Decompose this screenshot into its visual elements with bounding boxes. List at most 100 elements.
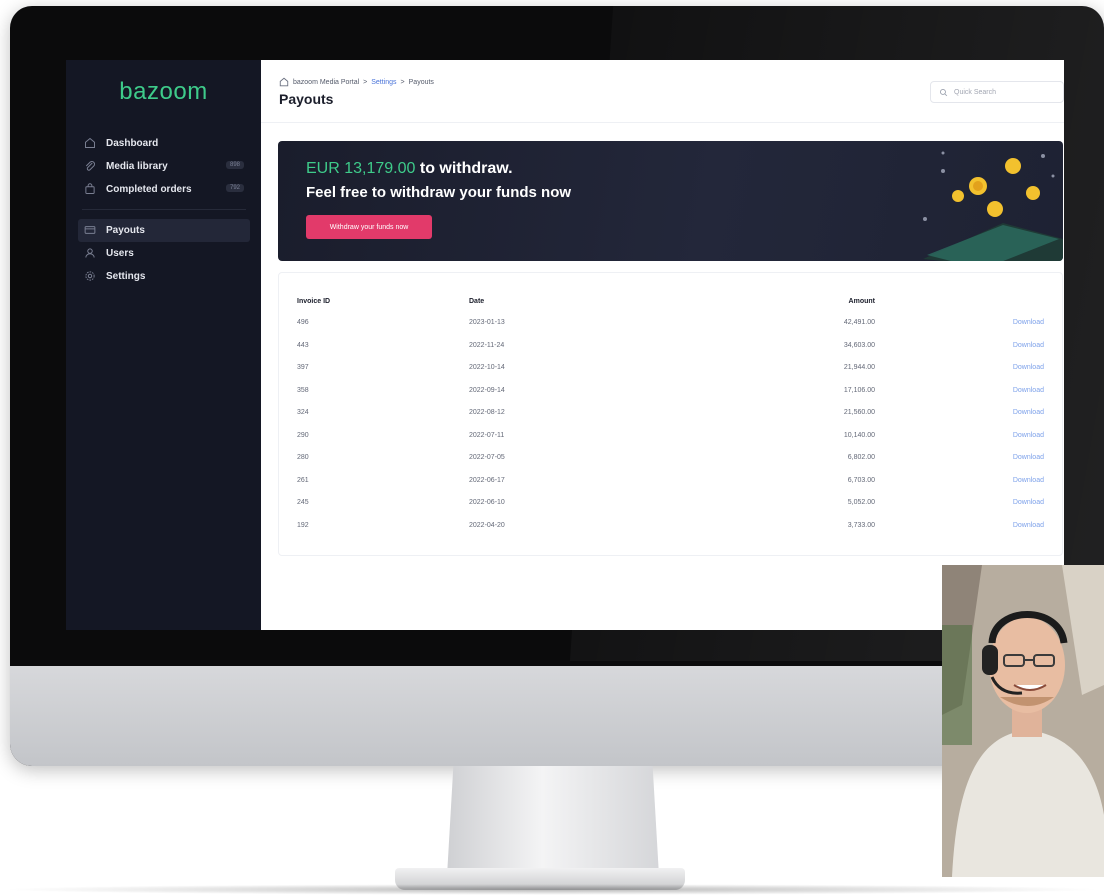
- breadcrumb-separator: >: [363, 78, 368, 86]
- download-link[interactable]: Download: [1013, 342, 1044, 349]
- banner-headline-suffix: to withdraw.: [419, 160, 513, 177]
- support-agent-illustration: [942, 565, 1104, 877]
- breadcrumb: bazoom Media Portal > Settings > Payouts: [279, 77, 434, 87]
- sidebar-item-payouts[interactable]: Payouts: [78, 219, 250, 242]
- withdraw-banner: EUR 13,179.00 to withdraw. Feel free to …: [278, 141, 1063, 261]
- invoice-amount: 3,733.00: [847, 521, 875, 529]
- invoice-id: 358: [297, 386, 309, 394]
- breadcrumb-payouts: Payouts: [408, 78, 434, 86]
- sidebar: bazoom Dashboard Media library 898 Compl…: [66, 60, 261, 630]
- invoice-amount: 5,052.00: [847, 499, 875, 506]
- invoice-amount: 34,603.00: [843, 341, 875, 349]
- table-row: 280 2022-07-05 6,802.00 Download: [279, 450, 1062, 473]
- search-icon: [939, 88, 948, 97]
- table-row: 261 2022-06-17 6,703.00 Download: [279, 473, 1062, 496]
- column-invoice-id: Invoice ID: [297, 298, 331, 305]
- invoice-id: 245: [297, 499, 309, 506]
- payouts-table: Invoice ID Date Amount 496 2023-01-13 42…: [278, 272, 1063, 556]
- sidebar-item-label: Completed orders: [106, 184, 192, 195]
- breadcrumb-separator: >: [400, 78, 405, 86]
- invoice-date: 2023-01-13: [469, 319, 505, 326]
- coins-phone-illustration: [923, 151, 1063, 261]
- sidebar-item-users[interactable]: Users: [78, 242, 250, 265]
- invoice-date: 2022-08-12: [469, 409, 505, 416]
- invoice-amount: 42,491.00: [843, 319, 875, 326]
- table-row: 290 2022-07-11 10,140.00 Download: [279, 428, 1062, 451]
- download-link[interactable]: Download: [1013, 319, 1044, 326]
- table-body: 496 2023-01-13 42,491.00 Download 443 20…: [279, 315, 1062, 540]
- invoice-id: 496: [297, 319, 309, 326]
- count-badge: 898: [225, 161, 244, 169]
- table-row: 496 2023-01-13 42,491.00 Download: [279, 315, 1062, 338]
- download-link[interactable]: Download: [1013, 409, 1044, 416]
- invoice-amount: 10,140.00: [843, 431, 875, 439]
- table-header: Invoice ID Date Amount: [279, 294, 1062, 308]
- card-icon: [84, 224, 98, 238]
- table-row: 397 2022-10-14 21,944.00 Download: [279, 360, 1062, 383]
- sidebar-item-media-library[interactable]: Media library 898: [78, 155, 250, 178]
- monitor-stand: [447, 766, 659, 876]
- invoice-id: 443: [297, 341, 309, 349]
- paperclip-icon: [84, 160, 98, 174]
- sidebar-item-label: Dashboard: [106, 138, 159, 149]
- breadcrumb-settings[interactable]: Settings: [371, 79, 396, 86]
- floor-shadow: [0, 884, 1104, 895]
- invoice-amount: 6,802.00: [847, 454, 875, 461]
- download-link[interactable]: Download: [1013, 364, 1044, 371]
- page-title: Payouts: [279, 91, 334, 107]
- sidebar-item-label: Payouts: [106, 225, 145, 236]
- search-input[interactable]: Quick Search: [930, 81, 1064, 103]
- bag-icon: [84, 182, 98, 197]
- invoice-date: 2022-09-14: [469, 386, 505, 394]
- home-icon[interactable]: [279, 77, 289, 87]
- invoice-date: 2022-10-14: [469, 364, 505, 371]
- sidebar-item-settings[interactable]: Settings: [78, 265, 250, 288]
- invoice-id: 397: [297, 364, 309, 371]
- banner-headline: EUR 13,179.00 to withdraw.: [306, 160, 513, 178]
- table-row: 443 2022-11-24 34,603.00 Download: [279, 338, 1062, 361]
- invoice-date: 2022-06-10: [469, 499, 505, 506]
- sidebar-nav: Dashboard Media library 898 Completed or…: [78, 132, 250, 288]
- sidebar-item-completed-orders[interactable]: Completed orders 792: [78, 178, 250, 201]
- topbar: bazoom Media Portal > Settings > Payouts…: [261, 60, 1064, 123]
- sidebar-item-label: Users: [106, 248, 134, 259]
- nav-divider: [82, 209, 246, 210]
- download-link[interactable]: Download: [1013, 387, 1044, 394]
- count-badge: 792: [225, 184, 244, 192]
- invoice-date: 2022-07-05: [469, 454, 505, 461]
- invoice-id: 324: [297, 409, 309, 416]
- gear-icon: [84, 270, 98, 284]
- sidebar-item-label: Settings: [106, 271, 146, 282]
- banner-subheadline: Feel free to withdraw your funds now: [306, 184, 572, 201]
- table-row: 192 2022-04-20 3,733.00 Download: [279, 518, 1062, 541]
- download-link[interactable]: Download: [1013, 499, 1044, 506]
- withdraw-funds-button[interactable]: Withdraw your funds now: [306, 215, 432, 239]
- sidebar-item-dashboard[interactable]: Dashboard: [78, 132, 250, 155]
- column-amount: Amount: [848, 298, 875, 305]
- home-icon: [84, 137, 98, 151]
- invoice-date: 2022-07-11: [469, 431, 505, 439]
- search-placeholder: Quick Search: [954, 88, 997, 96]
- download-link[interactable]: Download: [1013, 454, 1044, 461]
- invoice-id: 280: [297, 454, 309, 461]
- user-icon: [84, 247, 98, 261]
- column-date: Date: [469, 298, 485, 305]
- table-row: 324 2022-08-12 21,560.00 Download: [279, 405, 1062, 428]
- invoice-date: 2022-06-17: [469, 476, 505, 484]
- invoice-amount: 21,944.00: [843, 364, 875, 371]
- invoice-amount: 21,560.00: [843, 409, 875, 416]
- download-link[interactable]: Download: [1013, 432, 1044, 439]
- table-row: 358 2022-09-14 17,106.00 Download: [279, 383, 1062, 406]
- invoice-amount: 6,703.00: [847, 476, 875, 484]
- download-link[interactable]: Download: [1013, 477, 1044, 484]
- app-screen: bazoom Dashboard Media library 898 Compl…: [66, 60, 1064, 630]
- support-agent-photo: [942, 565, 1104, 877]
- main-content: bazoom Media Portal > Settings > Payouts…: [261, 60, 1064, 630]
- invoice-date: 2022-11-24: [469, 341, 505, 349]
- invoice-amount: 17,106.00: [843, 386, 875, 394]
- breadcrumb-portal[interactable]: bazoom Media Portal: [293, 79, 359, 86]
- download-link[interactable]: Download: [1013, 522, 1044, 529]
- invoice-id: 261: [297, 476, 309, 484]
- logo[interactable]: bazoom: [66, 78, 261, 106]
- invoice-id: 192: [297, 521, 309, 529]
